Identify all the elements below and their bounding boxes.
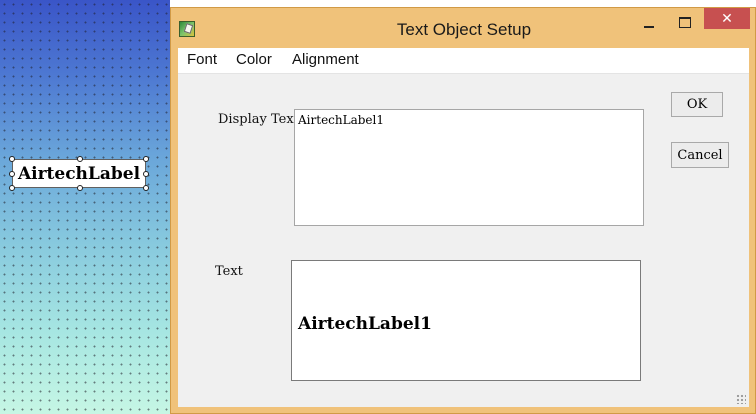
display-text-value: AirtechLabel1 xyxy=(298,113,384,127)
designer-canvas[interactable]: AirtechLabel xyxy=(0,0,170,414)
resize-handle-top-right[interactable] xyxy=(143,156,149,162)
text-object-setup-window: Text Object Setup ✕ Font Color Alignment… xyxy=(170,7,756,414)
menu-color[interactable]: Color xyxy=(236,51,272,68)
resize-handle-bottom-middle[interactable] xyxy=(77,185,83,191)
resize-handle-middle-right[interactable] xyxy=(143,171,149,177)
menu-bar: Font Color Alignment xyxy=(178,48,749,74)
resize-handle-top-middle[interactable] xyxy=(77,156,83,162)
ok-button[interactable]: OK xyxy=(671,92,723,117)
airtech-label-object[interactable]: AirtechLabel xyxy=(9,156,149,191)
window-title: Text Object Setup xyxy=(396,20,532,39)
minimize-button[interactable] xyxy=(634,8,664,36)
title-bar[interactable]: Text Object Setup ✕ xyxy=(171,8,755,48)
close-button[interactable]: ✕ xyxy=(704,8,750,29)
close-icon: ✕ xyxy=(721,10,733,27)
dialog-client-area: Font Color Alignment Display Text Airtec… xyxy=(178,48,749,407)
ok-button-label: OK xyxy=(686,97,708,112)
cancel-button-label: Cancel xyxy=(677,147,723,163)
cancel-button[interactable]: Cancel xyxy=(671,142,729,168)
airtech-label-text: AirtechLabel xyxy=(17,163,141,184)
menu-font[interactable]: Font xyxy=(187,51,217,68)
text-preview-value: AirtechLabel1 xyxy=(298,314,432,334)
resize-handle-top-left[interactable] xyxy=(9,156,15,162)
resize-handle-middle-left[interactable] xyxy=(9,171,15,177)
text-preview-box[interactable]: AirtechLabel1 xyxy=(291,260,641,381)
text-label: Text xyxy=(215,264,243,279)
resize-handle-bottom-left[interactable] xyxy=(9,185,15,191)
maximize-button[interactable] xyxy=(670,8,700,36)
display-text-input[interactable]: AirtechLabel1 xyxy=(294,109,644,226)
display-text-label: Display Text xyxy=(218,112,299,127)
resize-handle-bottom-right[interactable] xyxy=(143,185,149,191)
resize-grip[interactable] xyxy=(736,394,746,404)
menu-alignment[interactable]: Alignment xyxy=(292,51,359,68)
